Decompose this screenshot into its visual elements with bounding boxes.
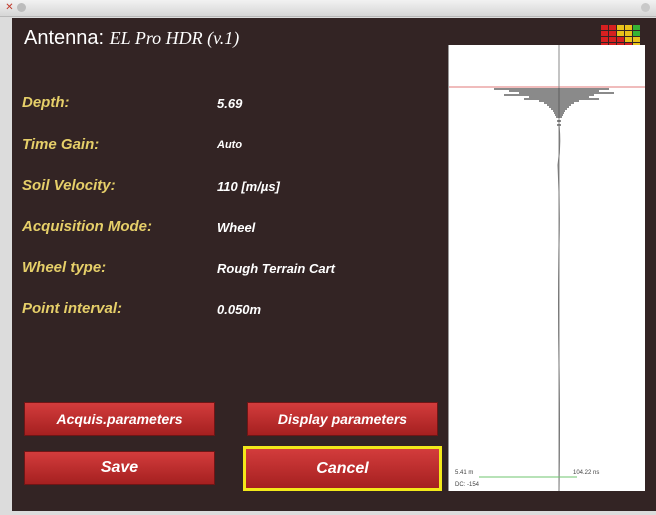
param-value-wheel-type: Rough Terrain Cart [217, 261, 335, 276]
app-window: ✕ Antenna: EL Pro HDR (v.1) Depth: 5.69 … [0, 0, 656, 515]
antenna-title: Antenna: EL Pro HDR (v.1) [24, 27, 239, 50]
param-value-time-gain: Auto [217, 139, 243, 151]
param-label-wheel-type: Wheel type: [22, 259, 107, 276]
param-value-point-interval: 0.050m [217, 302, 262, 317]
param-label-point-interval: Point interval: [22, 300, 123, 317]
waveform-plot [449, 45, 645, 491]
param-value-soil-velocity: 110 [m/µs] [217, 179, 280, 194]
waveform-trace [494, 88, 614, 126]
title-bar: ✕ [0, 0, 656, 17]
param-label-depth: Depth: [22, 94, 70, 111]
param-value-depth: 5.69 [217, 96, 243, 111]
param-label-time-gain: Time Gain: [22, 136, 100, 153]
acquis-parameters-button[interactable]: Acquis.parameters [24, 402, 215, 436]
antenna-model: EL Pro HDR (v.1) [109, 28, 240, 48]
signal-preview: 5.41 m 104.22 ns DC: -154 [448, 45, 645, 491]
param-label-soil-velocity: Soil Velocity: [22, 177, 116, 194]
save-button[interactable]: Save [24, 451, 215, 485]
minimize-icon[interactable] [17, 3, 26, 12]
readout-right: 104.22 ns [573, 470, 600, 476]
readout-left: 5.41 m [455, 470, 474, 476]
close-icon[interactable]: ✕ [4, 2, 15, 13]
param-label-acquisition-mode: Acquisition Mode: [22, 218, 152, 235]
cancel-button[interactable]: Cancel [243, 446, 442, 491]
antenna-label: Antenna: [24, 27, 105, 49]
window-control-icon[interactable] [641, 3, 650, 12]
dc-readout: DC: -154 [455, 482, 480, 488]
display-parameters-button[interactable]: Display parameters [247, 402, 438, 436]
param-value-acquisition-mode: Wheel [217, 220, 256, 235]
